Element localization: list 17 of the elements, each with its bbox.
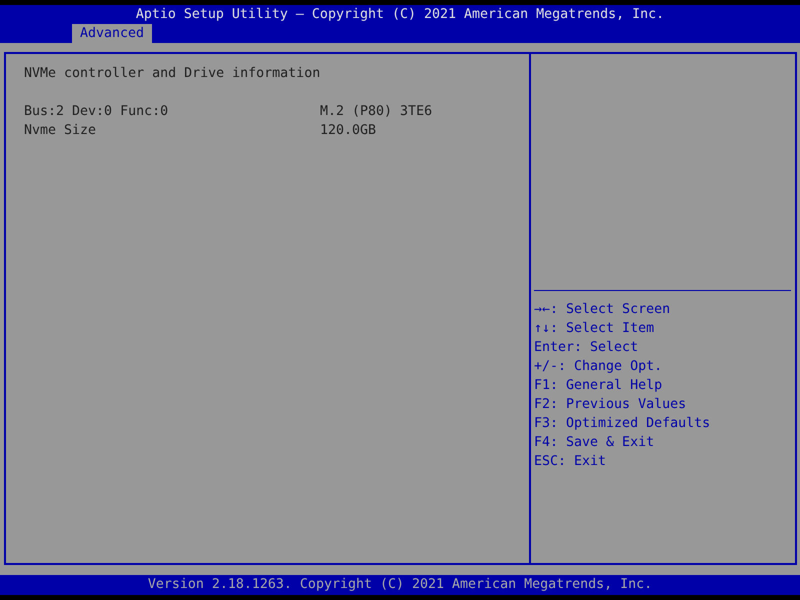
key-help-text: F2: Previous Values (534, 396, 688, 414)
info-label: Nvme Size (24, 122, 98, 140)
info-label: Bus:2 Dev:0 Func:0 (24, 103, 170, 121)
key-help-text: Enter: Select (534, 339, 640, 357)
key-help-text: +/-: Change Opt. (534, 358, 664, 376)
window-title: Aptio Setup Utility – Copyright (C) 2021 American Megatrends, Inc. (134, 6, 666, 24)
info-value: M.2 (P80) 3TE6 (320, 103, 434, 121)
version-text: Version 2.18.1263. Copyright (C) 2021 American Megatrends, Inc. (148, 577, 652, 592)
key-help-text: ESC: Exit (534, 453, 608, 471)
key-help-text: →←: Select Screen (534, 301, 672, 319)
key-help-text: ↑↓: Select Item (534, 320, 656, 338)
info-value: 120.0GB (320, 122, 378, 140)
menu-tab[interactable]: Advanced (72, 24, 152, 43)
key-help-text: F1: General Help (534, 377, 664, 395)
section-heading: NVMe controller and Drive information (24, 65, 322, 83)
key-help-text: F4: Save & Exit (534, 434, 656, 452)
key-help-text: F3: Optimized Defaults (534, 415, 712, 433)
